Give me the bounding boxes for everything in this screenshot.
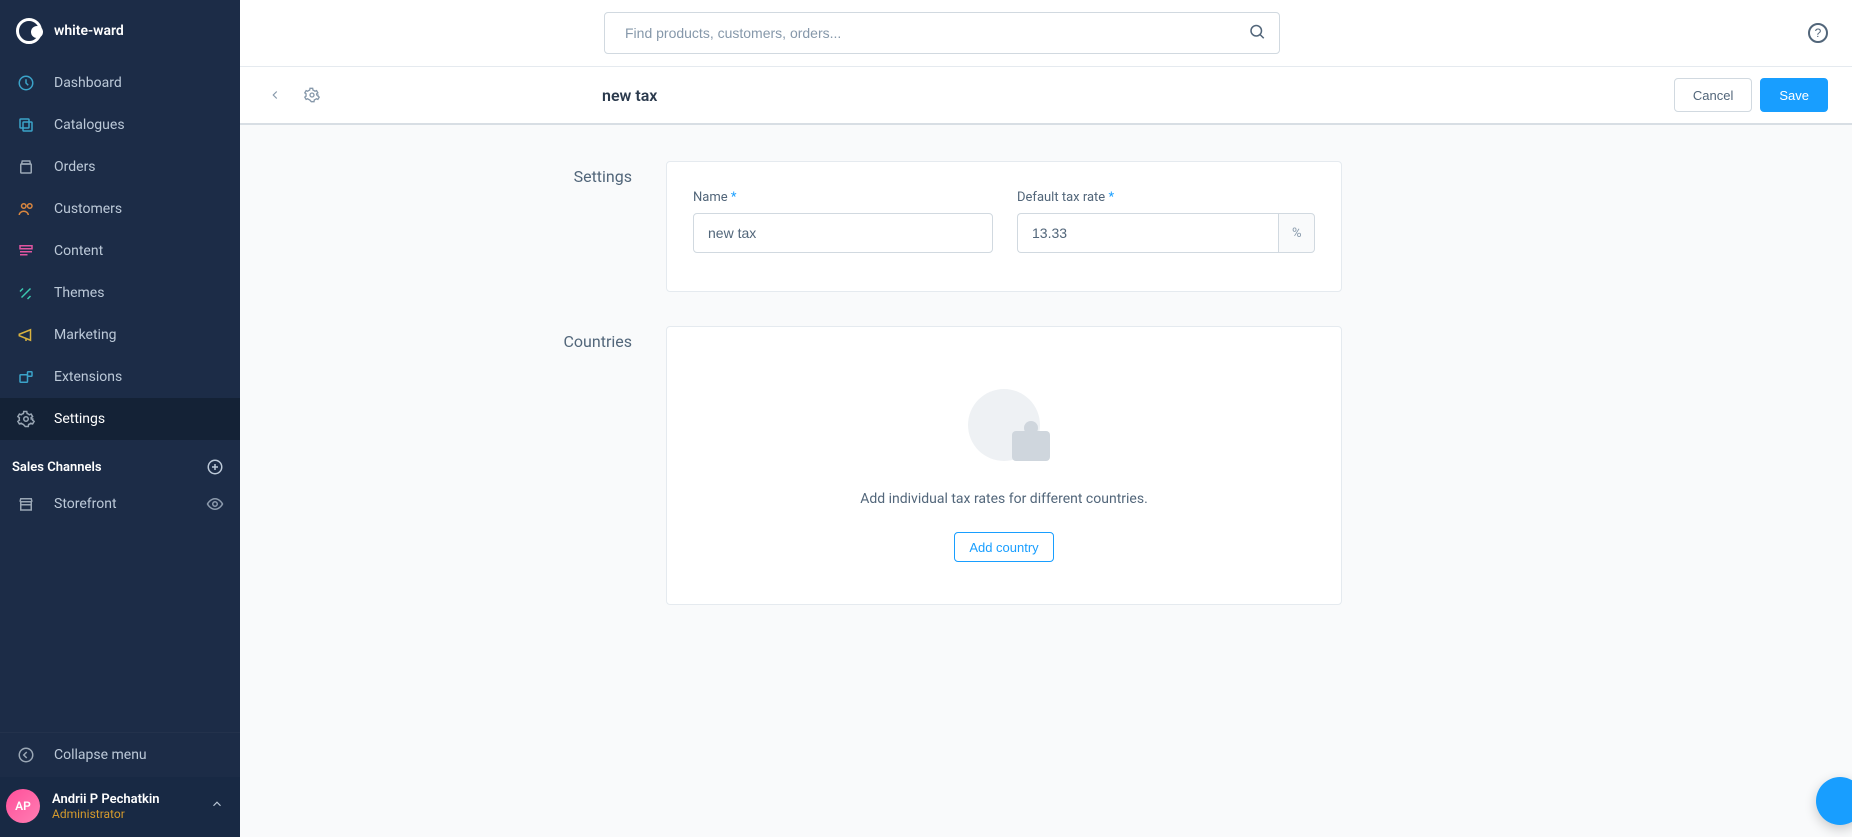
user-menu[interactable]: AP Andrii P Pechatkin Administrator [0, 777, 240, 837]
collapse-menu-button[interactable]: Collapse menu [0, 732, 240, 777]
empty-state-icon [964, 387, 1044, 467]
content-icon [16, 241, 36, 261]
search-button[interactable] [1244, 19, 1270, 48]
storefront-icon [16, 494, 36, 514]
required-marker: * [731, 190, 737, 205]
pagebar: new tax Cancel Save [240, 67, 1852, 125]
user-role: Administrator [52, 807, 159, 821]
nav-label: Content [54, 243, 103, 259]
nav-label: Settings [54, 411, 105, 427]
user-name: Andrii P Pechatkin [52, 792, 159, 807]
rate-field: Default tax rate * % [1017, 190, 1315, 253]
search-icon [1248, 23, 1266, 41]
chevron-up-icon [210, 797, 224, 815]
settings-heading: Settings [406, 161, 666, 292]
nav-label: Extensions [54, 369, 122, 385]
sales-channel-label: Storefront [54, 496, 117, 512]
customers-icon [16, 199, 36, 219]
nav-item-orders[interactable]: Orders [0, 146, 240, 188]
nav-item-customers[interactable]: Customers [0, 188, 240, 230]
nav-label: Orders [54, 159, 96, 175]
rate-label-text: Default tax rate [1017, 190, 1105, 205]
name-label-text: Name [693, 190, 728, 205]
nav-label: Dashboard [54, 75, 122, 91]
countries-heading: Countries [406, 326, 666, 605]
nav-label: Themes [54, 285, 104, 301]
sales-channels-title: Sales Channels [12, 460, 102, 475]
catalog-icon [16, 115, 36, 135]
nav-item-extensions[interactable]: Extensions [0, 356, 240, 398]
collapse-label: Collapse menu [54, 747, 147, 763]
page-settings-button[interactable] [300, 83, 324, 107]
user-info: Andrii P Pechatkin Administrator [52, 792, 159, 821]
sidebar-header[interactable]: white-ward [0, 0, 240, 62]
add-country-button[interactable]: Add country [954, 532, 1053, 562]
main: ? new tax Cancel Save Settings Name [240, 0, 1852, 837]
nav-label: Marketing [54, 327, 117, 343]
cancel-button[interactable]: Cancel [1674, 78, 1752, 112]
gear-icon [304, 87, 320, 103]
nav-item-marketing[interactable]: Marketing [0, 314, 240, 356]
help-button[interactable]: ? [1808, 23, 1828, 43]
topbar: ? [240, 0, 1852, 67]
avatar: AP [6, 789, 40, 823]
rate-input[interactable] [1017, 213, 1278, 253]
extensions-icon [16, 367, 36, 387]
search-wrap [604, 12, 1280, 54]
nav-label: Catalogues [54, 117, 125, 133]
visibility-icon[interactable] [206, 495, 224, 513]
content: Settings Name * Default tax rate * [240, 125, 1852, 837]
nav-label: Customers [54, 201, 122, 217]
sales-channels-header: Sales Channels [0, 440, 240, 484]
themes-icon [16, 283, 36, 303]
marketing-icon [16, 325, 36, 345]
chevron-left-icon [268, 88, 282, 102]
settings-card: Name * Default tax rate * % [666, 161, 1342, 292]
collapse-icon [16, 745, 36, 765]
empty-state-text: Add individual tax rates for different c… [860, 489, 1148, 510]
required-marker: * [1108, 190, 1114, 205]
name-input[interactable] [693, 213, 993, 253]
name-field: Name * [693, 190, 993, 253]
sidebar: white-ward Dashboard Catalogues Orders C… [0, 0, 240, 837]
settings-icon [16, 409, 36, 429]
sales-channel-storefront[interactable]: Storefront [0, 484, 240, 524]
nav-item-themes[interactable]: Themes [0, 272, 240, 314]
page-title: new tax [602, 86, 657, 105]
nav-item-settings[interactable]: Settings [0, 398, 240, 440]
name-label: Name * [693, 190, 993, 205]
save-button[interactable]: Save [1760, 78, 1828, 112]
rate-unit: % [1278, 213, 1315, 253]
search-input[interactable] [604, 12, 1280, 54]
dashboard-icon [16, 73, 36, 93]
nav-item-content[interactable]: Content [0, 230, 240, 272]
nav-item-catalogues[interactable]: Catalogues [0, 104, 240, 146]
nav-item-dashboard[interactable]: Dashboard [0, 62, 240, 104]
brand-name: white-ward [54, 23, 124, 39]
rate-label: Default tax rate * [1017, 190, 1315, 205]
brand-logo-icon [16, 18, 42, 44]
countries-card: Add individual tax rates for different c… [666, 326, 1342, 605]
add-sales-channel-button[interactable] [206, 458, 224, 476]
back-button[interactable] [264, 84, 286, 106]
orders-icon [16, 157, 36, 177]
main-nav: Dashboard Catalogues Orders Customers Co… [0, 62, 240, 440]
